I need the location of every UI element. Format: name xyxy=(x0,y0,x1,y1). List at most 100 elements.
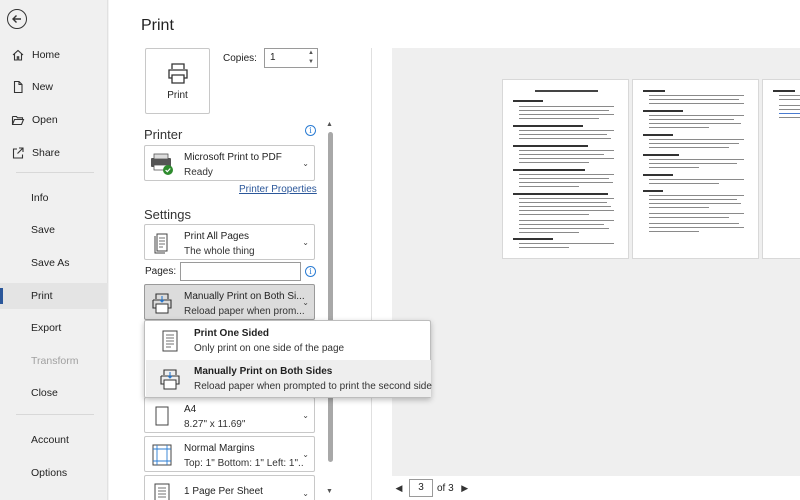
home-icon xyxy=(10,47,26,63)
printer-icon xyxy=(167,62,188,84)
chevron-down-icon: ⌄ xyxy=(302,450,309,459)
print-sides-title: Manually Print on Both Si... xyxy=(184,291,304,302)
nav-options-label: Options xyxy=(31,467,68,479)
nav-open-label: Open xyxy=(32,114,58,126)
document-pages-icon xyxy=(149,229,175,257)
total-pages-label: of 3 xyxy=(437,482,454,494)
preview-page xyxy=(762,79,800,259)
nav-close-label: Close xyxy=(31,387,58,399)
print-sides-desc: Reload paper when prom... xyxy=(184,306,304,317)
pages-input[interactable] xyxy=(180,262,301,281)
print-button[interactable]: Print xyxy=(145,48,210,114)
print-both-sides-icon xyxy=(149,289,175,317)
nav-new-label: New xyxy=(32,81,54,93)
nav-print[interactable]: Print xyxy=(0,283,108,309)
menu-item-desc: Only print on one side of the page xyxy=(194,343,345,354)
nav-print-label: Print xyxy=(31,290,53,302)
page-title: Print xyxy=(141,17,174,34)
printer-status: Ready xyxy=(184,167,213,178)
nav-home[interactable]: Home xyxy=(0,42,108,68)
nav-info[interactable]: Info xyxy=(0,185,108,211)
paper-size-title: A4 xyxy=(184,404,197,415)
page-per-sheet-icon xyxy=(149,480,175,500)
nav-options[interactable]: Options xyxy=(0,460,108,486)
info-icon[interactable]: i xyxy=(305,266,316,277)
print-preview[interactable] xyxy=(392,48,800,476)
nav-transform: Transform xyxy=(0,348,108,374)
print-button-label: Print xyxy=(167,89,188,101)
nav-divider xyxy=(16,172,94,173)
copies-input[interactable]: 1 ▲ ▼ xyxy=(264,48,318,68)
preview-divider xyxy=(371,48,372,500)
nav-divider xyxy=(16,414,94,415)
paper-icon xyxy=(149,402,175,430)
print-sides-menu: Print One Sided Only print on one side o… xyxy=(144,320,432,398)
menu-item-title: Print One Sided xyxy=(194,328,270,339)
share-icon xyxy=(10,145,26,161)
nav-account[interactable]: Account xyxy=(0,427,108,453)
folder-open-icon xyxy=(10,112,26,128)
pages-per-sheet-title: 1 Page Per Sheet xyxy=(184,486,263,497)
nav-share-label: Share xyxy=(32,147,61,159)
nav-save[interactable]: Save xyxy=(0,217,108,243)
print-both-sides-icon xyxy=(156,365,184,393)
nav-transform-label: Transform xyxy=(31,355,79,367)
nav-new[interactable]: New xyxy=(0,74,108,100)
printer-dropdown[interactable]: Microsoft Print to PDF Ready ⌄ xyxy=(144,145,315,181)
backstage-nav: Home New Open Share Info Save Save As Pr… xyxy=(0,0,108,500)
margins-title: Normal Margins xyxy=(184,443,255,454)
preview-page xyxy=(502,79,629,259)
preview-page xyxy=(632,79,759,259)
previous-page-icon[interactable]: ◀ xyxy=(392,483,406,494)
new-document-icon xyxy=(10,79,26,95)
print-range-dropdown[interactable]: Print All Pages The whole thing ⌄ xyxy=(144,224,315,260)
menu-item-desc: Reload paper when prompted to print the … xyxy=(194,381,432,392)
scroll-down-arrow-icon[interactable]: ▼ xyxy=(326,488,333,495)
current-page-input[interactable]: 3 xyxy=(409,479,433,497)
nav-home-label: Home xyxy=(32,49,61,61)
menu-item-print-one-sided[interactable]: Print One Sided Only print on one side o… xyxy=(146,322,431,359)
copies-stepper[interactable]: ▲ ▼ xyxy=(307,50,315,66)
back-arrow-icon[interactable] xyxy=(7,9,27,29)
printer-name: Microsoft Print to PDF xyxy=(184,152,282,163)
copies-value: 1 xyxy=(270,52,276,63)
next-page-icon[interactable]: ▶ xyxy=(458,483,472,494)
print-panel: Print Print Copies: 1 ▲ ▼ Printer i Micr… xyxy=(109,0,800,500)
nav-save-as-label: Save As xyxy=(31,257,70,269)
print-one-sided-icon xyxy=(156,327,184,355)
menu-item-print-both-sides[interactable]: Manually Print on Both Sides Reload pape… xyxy=(146,360,432,397)
printer-heading: Printer xyxy=(144,127,183,142)
chevron-down-icon: ⌄ xyxy=(302,298,309,307)
nav-share[interactable]: Share xyxy=(0,140,108,166)
nav-close[interactable]: Close xyxy=(0,380,108,406)
margins-desc: Top: 1" Bottom: 1" Left: 1"... xyxy=(184,458,304,469)
printer-properties-link[interactable]: Printer Properties xyxy=(239,184,317,195)
nav-export[interactable]: Export xyxy=(0,315,108,341)
chevron-down-icon: ⌄ xyxy=(302,238,309,247)
info-icon[interactable]: i xyxy=(305,125,316,136)
chevron-down-icon[interactable]: ▼ xyxy=(308,59,314,66)
settings-scrollbar[interactable] xyxy=(328,132,333,462)
pages-per-sheet-dropdown[interactable]: 1 Page Per Sheet ⌄ xyxy=(144,475,315,500)
scroll-up-arrow-icon[interactable]: ▲ xyxy=(326,121,333,128)
print-range-title: Print All Pages xyxy=(184,231,250,242)
settings-heading: Settings xyxy=(144,207,191,222)
preview-pager: ◀ 3 of 3 ▶ xyxy=(392,478,472,498)
nav-open[interactable]: Open xyxy=(0,107,108,133)
paper-size-desc: 8.27" x 11.69" xyxy=(184,419,246,430)
print-range-desc: The whole thing xyxy=(184,246,255,257)
nav-save-as[interactable]: Save As xyxy=(0,250,108,276)
nav-account-label: Account xyxy=(31,434,69,446)
margins-icon xyxy=(149,441,175,469)
printer-ready-icon xyxy=(149,150,175,178)
paper-size-dropdown[interactable]: A4 8.27" x 11.69" ⌄ xyxy=(144,397,315,433)
margins-dropdown[interactable]: Normal Margins Top: 1" Bottom: 1" Left: … xyxy=(144,436,315,472)
nav-export-label: Export xyxy=(31,322,62,334)
print-sides-dropdown[interactable]: Manually Print on Both Si... Reload pape… xyxy=(144,284,315,320)
nav-save-label: Save xyxy=(31,224,55,236)
copies-label: Copies: xyxy=(223,53,257,64)
chevron-down-icon: ⌄ xyxy=(302,411,309,420)
chevron-up-icon[interactable]: ▲ xyxy=(308,50,314,57)
nav-info-label: Info xyxy=(31,192,49,204)
pages-label: Pages: xyxy=(145,266,177,277)
